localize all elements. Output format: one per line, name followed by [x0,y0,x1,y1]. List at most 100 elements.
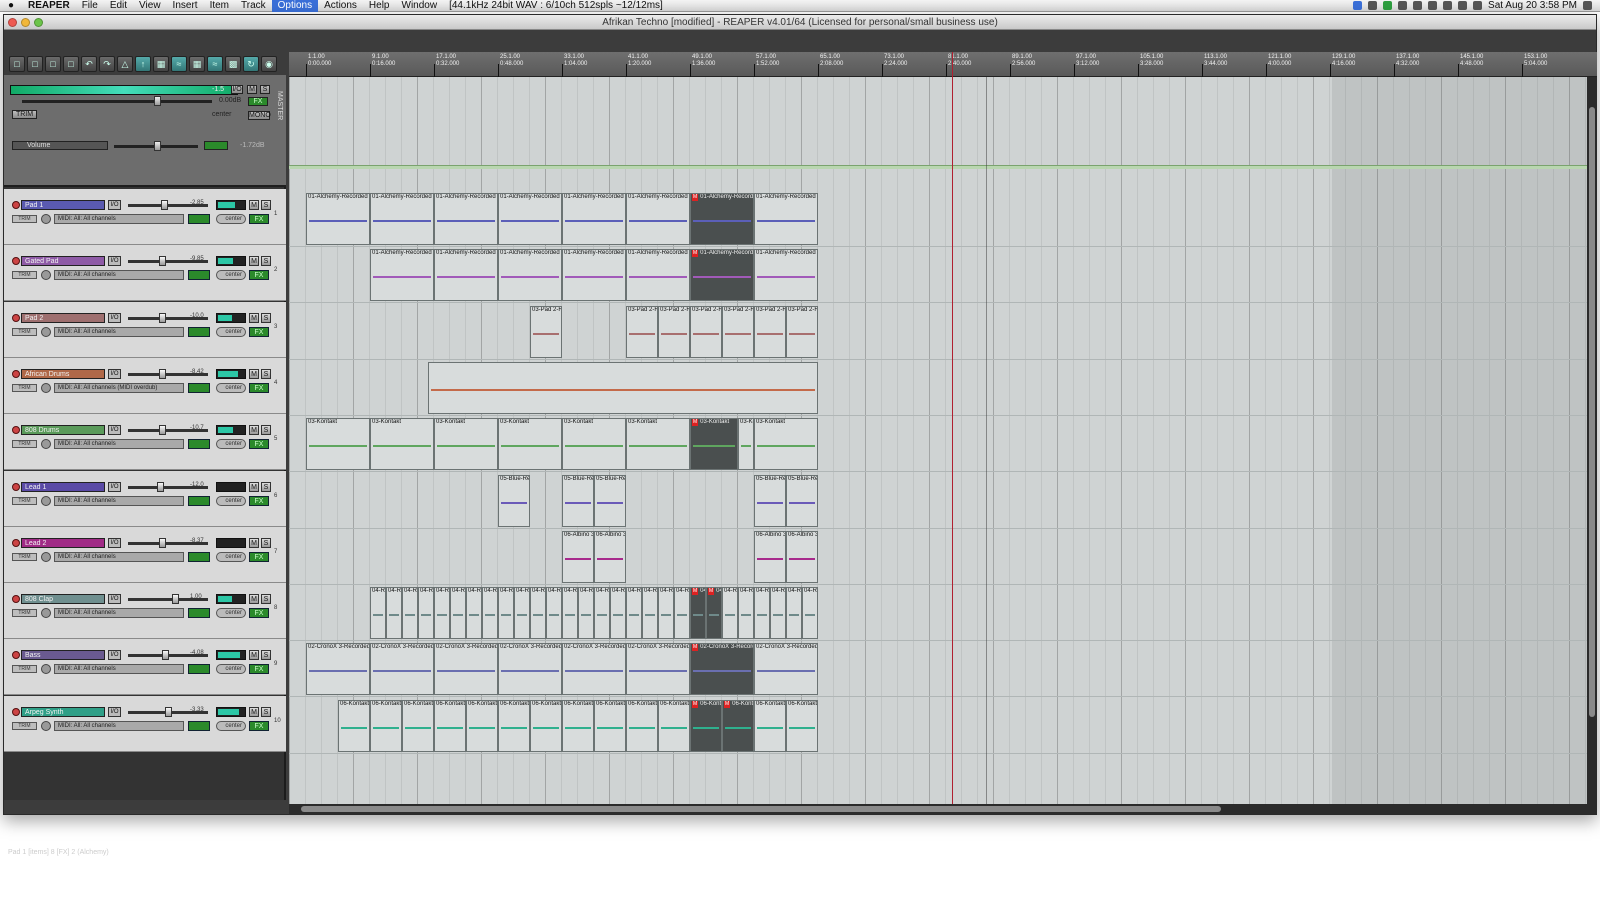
snap-icon[interactable]: ↑ [135,56,151,72]
apple-menu-icon[interactable]: ● [0,0,22,11]
midi-item[interactable]: 06-Kontakt 4-Recorde [338,699,370,752]
track-4[interactable]: African Drums I/O -8.42 M S TRIM MIDI: All: Al… [4,357,286,414]
midi-item[interactable]: M06-Kontakt 4-Rec [690,699,722,752]
master-trim-button[interactable]: TRIM [12,110,37,119]
track-io-button[interactable]: I/O [108,368,121,379]
midi-item[interactable]: 05-Blue-Recorded MI [594,474,626,527]
menu-edit[interactable]: Edit [104,0,133,12]
crossfade-icon[interactable]: ▩ [225,56,241,72]
midi-item[interactable]: 04-Record [418,587,434,640]
midi-item[interactable]: M06-Kontakt 4-Rec [722,699,754,752]
midi-item[interactable]: 06-Albino 3-Recorded [786,530,818,583]
track-mute-button[interactable]: M [249,256,259,267]
midi-item[interactable]: 06-Kontakt 4-Recorde [594,699,626,752]
midi-item[interactable]: 04-Record [738,587,754,640]
track-mute-button[interactable]: M [249,650,259,661]
monitor-icon[interactable] [41,720,51,731]
horizontal-scrollbar[interactable] [289,804,1597,814]
midi-item[interactable]: M01-Alchemy-Recorded MIDI [690,249,754,302]
track-pan-knob[interactable]: center [216,608,246,619]
dropbox-icon[interactable] [1353,1,1363,10]
track-trim-button[interactable]: TRIM [12,327,37,336]
midi-item[interactable] [427,361,818,414]
battery-icon[interactable] [1473,1,1483,10]
ruler-label[interactable]: 137.1.00 4:32.000 [1396,54,1419,68]
track-solo-button[interactable]: S [261,200,271,210]
track-mute-button[interactable]: M [249,594,259,605]
record-mode-button[interactable] [188,382,210,393]
midi-item[interactable]: 06-Kontakt 4-Recorde [402,699,434,752]
midi-item[interactable]: 04-Record [498,587,514,640]
track-fx-button[interactable]: FX [249,439,269,450]
record-arm-icon[interactable] [12,482,20,491]
midi-item[interactable]: 04-Record [786,587,802,640]
track-9[interactable]: Bass I/O -4.08 M S TRIM MIDI: All: All channel… [4,639,286,696]
redo-icon[interactable]: ↷ [99,56,115,72]
track-input-select[interactable]: MIDI: All: All channels [54,326,184,337]
menu-file[interactable]: File [76,0,104,12]
midi-item[interactable]: 03-Pad 2-Recorded M [722,305,754,358]
midi-item[interactable]: 06-Kontakt 4-Recorde [754,699,786,752]
monitor-icon[interactable] [41,214,51,224]
master-volume-envelope[interactable] [289,165,1597,169]
bluetooth-icon[interactable] [1428,1,1438,10]
volume-icon[interactable] [1458,1,1468,10]
midi-item[interactable]: 01-Alchemy-Recorded MIDI [434,193,498,245]
midi-item[interactable]: 01-Alchemy-Recorded MIDI [562,249,626,302]
track-pan-knob[interactable]: center [216,495,246,506]
ruler-label[interactable]: 145.1.00 4:48.000 [1460,54,1483,68]
track-mute-button[interactable]: M [249,706,259,717]
record-mode-button[interactable] [188,720,210,731]
midi-item[interactable]: 01-Alchemy-Recorded MIDI [370,193,434,245]
menu-item[interactable]: Item [204,0,235,12]
ruler-label[interactable]: 121.1.00 4:00.000 [1268,54,1291,68]
monitor-icon[interactable] [41,664,51,675]
track-mute-button[interactable]: M [249,425,259,436]
midi-item[interactable]: 04-Record [402,587,418,640]
track-mute-button[interactable]: M [249,312,259,323]
track-1[interactable]: Pad 1 I/O -2.85 M S TRIM MIDI: All: All channe… [4,189,286,245]
midi-item[interactable]: 01-Alchemy-Recorded MIDI [498,249,562,302]
track-io-button[interactable]: I/O [108,537,121,548]
record-mode-button[interactable] [188,551,210,562]
record-arm-icon[interactable] [12,313,20,322]
midi-item[interactable]: 02-CronoX 3-Recorded MIDI [754,643,818,696]
midi-item[interactable]: 03-Kontakt [738,418,754,471]
master-track[interactable]: -1.5 I/O M S 0.00dB FX TRIM center MONO … [4,75,286,187]
track-pan-knob[interactable]: center [216,439,246,450]
midi-item[interactable]: M02-CronoX 3-Recorded MIDI [690,643,754,696]
midi-item[interactable]: M01-Alchemy-Recorded MIDI [690,193,754,245]
track-io-button[interactable]: I/O [108,312,121,323]
track-mute-button[interactable]: M [249,368,259,379]
master-solo-button[interactable]: S [260,85,270,94]
save-project-icon[interactable]: □ [45,56,61,72]
midi-item[interactable]: 01-Alchemy-Recorded MIDI [306,193,370,245]
midi-item[interactable]: 03-Pad 2-Recorded M [754,305,786,358]
master-volume-fader[interactable] [22,96,212,106]
track-trim-button[interactable]: TRIM [12,721,37,730]
midi-item[interactable]: 04-Record [802,587,818,640]
growl-icon[interactable] [1383,1,1393,10]
record-mode-button[interactable] [188,608,210,619]
track-pan-knob[interactable]: center [216,551,246,562]
loop-icon[interactable]: ↻ [243,56,259,72]
midi-item[interactable]: 04-Record [610,587,626,640]
track-trim-button[interactable]: TRIM [12,665,37,674]
ruler-label[interactable]: 57.1.00 1:52.000 [756,54,779,68]
midi-item[interactable]: 03-Kontakt [562,418,626,471]
record-arm-icon[interactable] [12,426,20,435]
track-fx-button[interactable]: FX [249,214,269,224]
master-fx-button[interactable]: FX [248,97,268,106]
track-io-button[interactable]: I/O [108,481,121,492]
midi-item[interactable]: 04-Record [514,587,530,640]
track-name[interactable]: 808 Clap [21,594,105,605]
track-solo-button[interactable]: S [261,650,271,661]
midi-item[interactable]: 04-Record [594,587,610,640]
midi-item[interactable]: 02-CronoX 3-Recorded MIDI [562,643,626,696]
track-input-select[interactable]: MIDI: All: All channels [54,720,184,731]
ruler-label[interactable]: 97.1.00 3:12.000 [1076,54,1099,68]
project-settings-icon[interactable]: □ [63,56,79,72]
midi-item[interactable]: M04-Rec [706,587,722,640]
midi-item[interactable]: 06-Albino 3-Recorded [594,530,626,583]
midi-item[interactable]: 04-Record [754,587,770,640]
